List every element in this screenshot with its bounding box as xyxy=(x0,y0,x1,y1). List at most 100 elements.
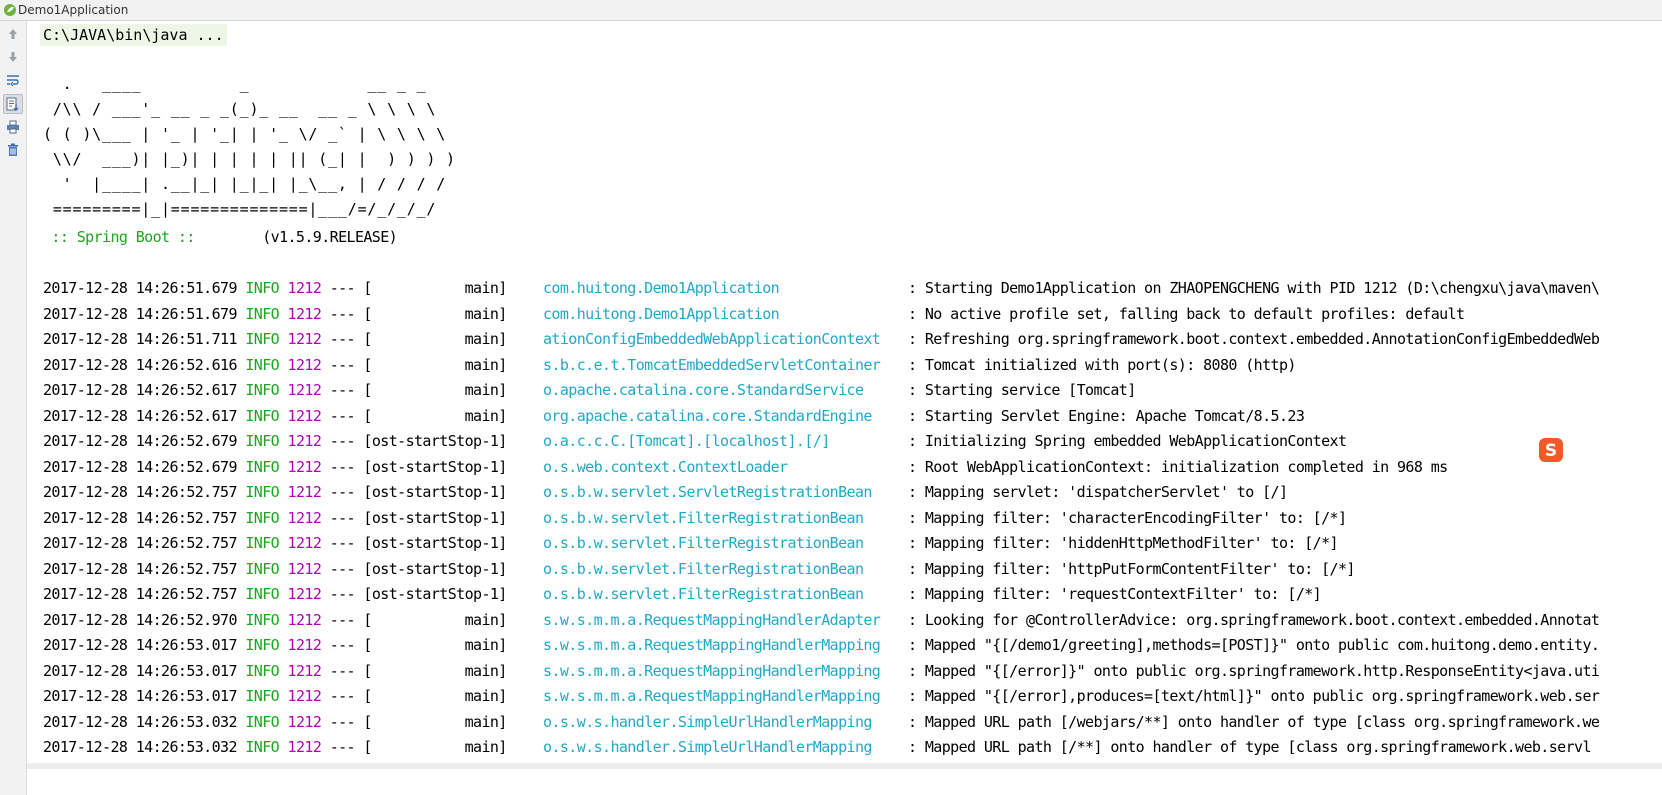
log-thread: --- [ main] xyxy=(321,279,516,297)
log-level: INFO xyxy=(245,304,280,323)
log-thread: --- [ost-startStop-1] xyxy=(321,508,516,527)
sogou-ime-icon[interactable]: S xyxy=(1538,437,1564,463)
log-level: INFO xyxy=(245,330,280,348)
log-logger: o.s.b.w.servlet.FilterRegistrationBean xyxy=(543,585,864,603)
log-timestamp: 2017-12-28 14:26:52.617 xyxy=(43,406,238,425)
console-toolbar xyxy=(0,21,27,795)
log-pid: 1212 xyxy=(287,483,322,501)
log-thread: --- [ main] xyxy=(321,330,516,348)
spring-boot-version: (v1.5.9.RELEASE) xyxy=(203,228,398,246)
log-pid: 1212 xyxy=(287,457,322,476)
log-logger: com.huitong.Demo1Application xyxy=(543,304,780,323)
log-thread: --- [ main] xyxy=(321,610,516,629)
log-message: : Mapping filter: 'characterEncodingFilt… xyxy=(908,508,1347,527)
log-logger: o.s.w.s.handler.SimpleUrlHandlerMapping xyxy=(543,738,872,756)
log-level: INFO xyxy=(245,457,280,476)
log-timestamp: 2017-12-28 14:26:53.032 xyxy=(43,738,238,756)
trash-icon[interactable] xyxy=(3,140,23,160)
spring-boot-version-line: :: Spring Boot :: (v1.5.9.RELEASE) xyxy=(43,228,397,246)
log-logger: ationConfigEmbeddedWebApplicationContext xyxy=(543,330,881,348)
log-logger: s.w.s.m.m.a.RequestMappingHandlerMapping xyxy=(543,636,881,654)
log-thread: --- [ost-startStop-1] xyxy=(321,559,516,578)
scroll-to-end-icon[interactable] xyxy=(3,94,23,114)
log-level: INFO xyxy=(245,661,280,680)
soft-wrap-icon[interactable] xyxy=(3,70,23,90)
log-pid: 1212 xyxy=(287,534,322,552)
log-pid: 1212 xyxy=(287,406,322,425)
log-thread: --- [ main] xyxy=(321,381,516,399)
print-icon[interactable] xyxy=(3,117,23,137)
log-pid: 1212 xyxy=(287,636,322,654)
log-pid: 1212 xyxy=(287,279,322,297)
log-thread: --- [ main] xyxy=(321,687,516,705)
window-title: Demo1Application xyxy=(18,3,129,17)
log-logger: o.s.w.s.handler.SimpleUrlHandlerMapping xyxy=(543,712,872,731)
log-pid: 1212 xyxy=(287,738,322,756)
log-message: : Mapped "{[/error]}" onto public org.sp… xyxy=(908,661,1600,680)
arrow-down-icon[interactable] xyxy=(3,47,23,67)
log-message: : Mapping filter: 'httpPutFormContentFil… xyxy=(908,559,1355,578)
log-message: : Refreshing org.springframework.boot.co… xyxy=(908,330,1600,348)
log-message: : Mapped URL path [/webjars/**] onto han… xyxy=(908,712,1600,731)
banner-line: . ____ _ __ _ _ xyxy=(43,75,427,93)
log-logger: org.apache.catalina.core.StandardEngine xyxy=(543,406,872,425)
log-thread: --- [ main] xyxy=(321,304,516,323)
log-message: : Mapped "{[/demo1/greeting],methods=[PO… xyxy=(908,636,1600,654)
log-level: INFO xyxy=(245,406,280,425)
log-timestamp: 2017-12-28 14:26:52.679 xyxy=(43,457,238,476)
svg-text:S: S xyxy=(1545,441,1557,461)
log-pid: 1212 xyxy=(287,610,322,629)
log-pid: 1212 xyxy=(287,559,322,578)
log-pid: 1212 xyxy=(287,508,322,527)
log-logger: o.s.b.w.servlet.FilterRegistrationBean xyxy=(543,508,864,527)
log-level: INFO xyxy=(245,738,280,756)
log-level: INFO xyxy=(245,585,280,603)
log-logger: o.s.b.w.servlet.FilterRegistrationBean xyxy=(543,534,864,552)
log-timestamp: 2017-12-28 14:26:52.757 xyxy=(43,585,238,603)
log-message: : No active profile set, falling back to… xyxy=(908,304,1465,323)
log-message: : Mapped "{[/error],produces=[text/html]… xyxy=(908,687,1600,705)
log-timestamp: 2017-12-28 14:26:53.032 xyxy=(43,712,238,731)
log-timestamp: 2017-12-28 14:26:52.616 xyxy=(43,355,238,374)
log-timestamp: 2017-12-28 14:26:52.679 xyxy=(43,432,238,450)
arrow-up-icon[interactable] xyxy=(3,24,23,44)
log-level: INFO xyxy=(245,712,280,731)
log-message: : Tomcat initialized with port(s): 8080 … xyxy=(908,355,1296,374)
log-logger: com.huitong.Demo1Application xyxy=(543,279,780,297)
log-level: INFO xyxy=(245,534,280,552)
log-timestamp: 2017-12-28 14:26:52.757 xyxy=(43,559,238,578)
log-timestamp: 2017-12-28 14:26:53.017 xyxy=(43,687,238,705)
log-pid: 1212 xyxy=(287,432,322,450)
banner-line: /\\ / ___'_ __ _ _(_)_ __ __ _ \ \ \ \ xyxy=(43,100,437,118)
log-level: INFO xyxy=(245,483,280,501)
log-level: INFO xyxy=(245,381,280,399)
log-timestamp: 2017-12-28 14:26:53.017 xyxy=(43,661,238,680)
log-logger: s.w.s.m.m.a.RequestMappingHandlerAdapter xyxy=(543,610,881,629)
log-level: INFO xyxy=(245,559,280,578)
log-level: INFO xyxy=(245,355,280,374)
log-pid: 1212 xyxy=(287,712,322,731)
log-timestamp: 2017-12-28 14:26:52.757 xyxy=(43,483,238,501)
log-logger: s.b.c.e.t.TomcatEmbeddedServletContainer xyxy=(543,355,881,374)
log-thread: --- [ main] xyxy=(321,406,516,425)
horizontal-scrollbar[interactable] xyxy=(27,763,1662,769)
log-pid: 1212 xyxy=(287,687,322,705)
log-timestamp: 2017-12-28 14:26:52.970 xyxy=(43,610,238,629)
log-level: INFO xyxy=(245,610,280,629)
log-timestamp: 2017-12-28 14:26:51.711 xyxy=(43,330,238,348)
console-output[interactable]: C:\JAVA\bin\java ... . ____ _ __ _ _ /\\… xyxy=(27,21,1662,795)
log-timestamp: 2017-12-28 14:26:51.679 xyxy=(43,304,238,323)
log-logger: s.w.s.m.m.a.RequestMappingHandlerMapping xyxy=(543,661,881,680)
spring-leaf-icon xyxy=(4,4,16,16)
log-message: : Root WebApplicationContext: initializa… xyxy=(908,457,1448,476)
log-message: : Mapping filter: 'hiddenHttpMethodFilte… xyxy=(908,534,1339,552)
log-pid: 1212 xyxy=(287,585,322,603)
command-line: C:\JAVA\bin\java ... xyxy=(40,24,227,46)
log-message: : Starting service [Tomcat] xyxy=(908,381,1136,399)
log-pid: 1212 xyxy=(287,661,322,680)
log-message: : Mapping servlet: 'dispatcherServlet' t… xyxy=(908,483,1288,501)
log-logger: o.s.web.context.ContextLoader xyxy=(543,457,788,476)
log-logger: o.s.b.w.servlet.FilterRegistrationBean xyxy=(543,559,864,578)
log-pid: 1212 xyxy=(287,381,322,399)
log-level: INFO xyxy=(245,636,280,654)
